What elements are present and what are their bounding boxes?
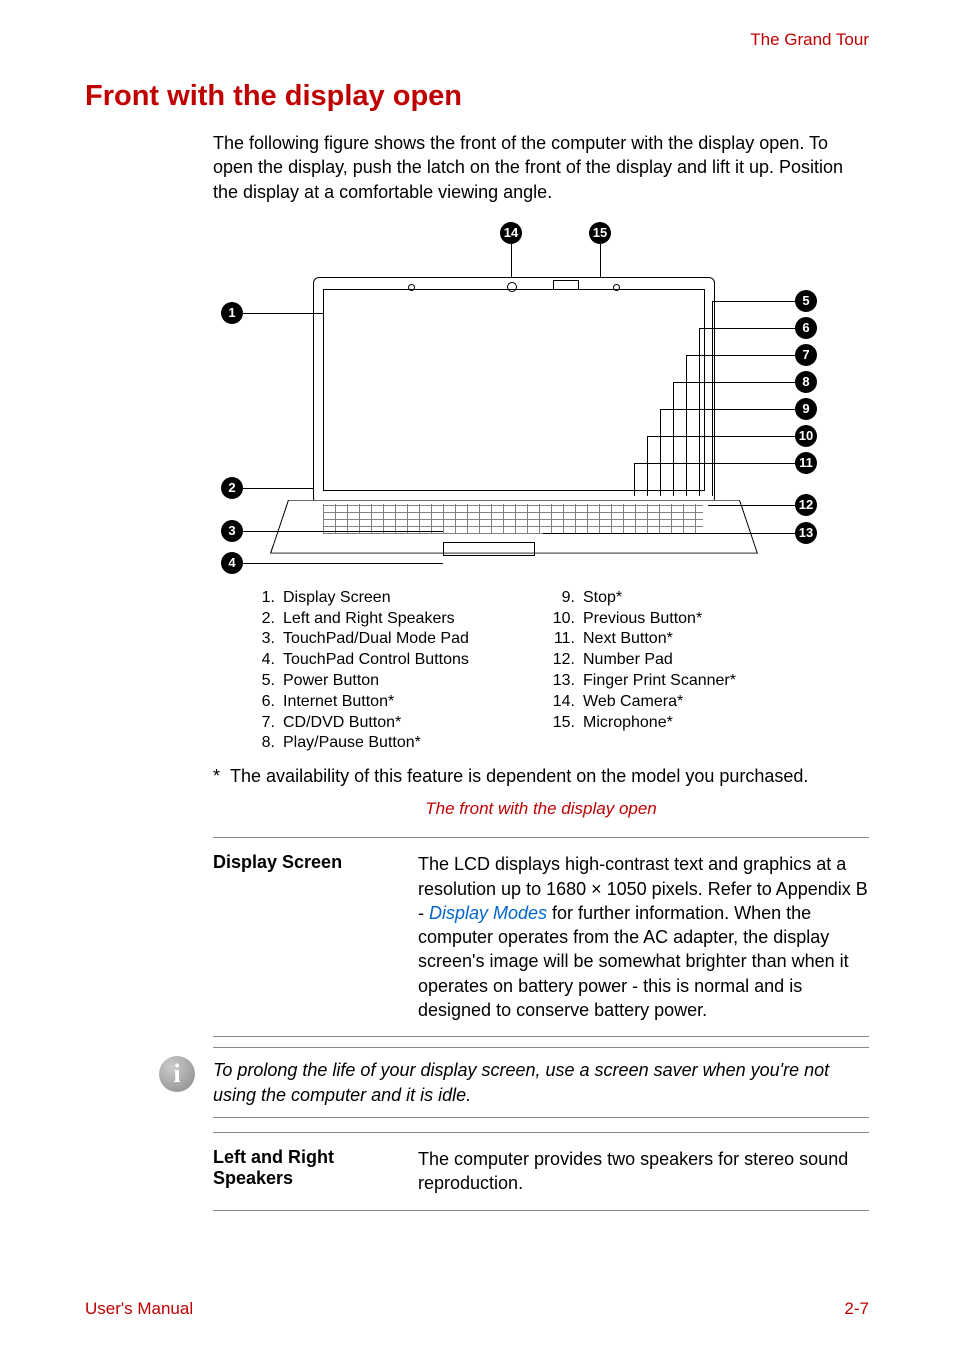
legend-num: 15. — [547, 713, 583, 734]
legend-text: Power Button — [283, 671, 379, 692]
legend-num: 12. — [547, 650, 583, 671]
leader-line — [647, 436, 648, 496]
callout-badge-13: 13 — [795, 522, 817, 544]
leader-line — [699, 328, 700, 496]
leader-line — [708, 505, 795, 506]
def-term: Display Screen — [213, 852, 418, 1022]
leader-line — [712, 301, 713, 496]
touchpad-outline — [443, 542, 535, 556]
def-term: Left and Right Speakers — [213, 1147, 418, 1196]
leader-line — [673, 382, 795, 383]
webcam-dot — [507, 282, 517, 292]
sensor-dot — [408, 284, 415, 291]
legend-text: Previous Button* — [583, 609, 702, 630]
callout-badge-14: 14 — [500, 222, 522, 244]
leader-line — [686, 355, 795, 356]
callout-badge-2: 2 — [221, 477, 243, 499]
callout-badge-7: 7 — [795, 344, 817, 366]
leader-line — [712, 301, 795, 302]
info-icon: i — [159, 1056, 195, 1092]
legend-num: 13. — [547, 671, 583, 692]
diagram: 14 15 1 2 3 4 5 6 7 8 — [213, 222, 869, 582]
leader-line — [243, 531, 443, 532]
leader-line — [243, 488, 313, 489]
callout-badge-9: 9 — [795, 398, 817, 420]
legend-num: 7. — [247, 713, 283, 734]
page-footer: User's Manual 2-7 — [85, 1299, 869, 1319]
leader-line — [511, 244, 512, 277]
mic-rect — [553, 280, 579, 290]
legend-num: 14. — [547, 692, 583, 713]
legend-text: Web Camera* — [583, 692, 683, 713]
link-display-modes[interactable]: Display Modes — [429, 903, 547, 923]
leader-line — [660, 409, 795, 410]
legend-num: 6. — [247, 692, 283, 713]
note-block: i To prolong the life of your display sc… — [213, 1047, 869, 1118]
note-text: To prolong the life of your display scre… — [213, 1058, 869, 1107]
legend-num: 11. — [547, 629, 583, 650]
info-icon-glyph: i — [159, 1056, 195, 1092]
legend-text: Next Button* — [583, 629, 673, 650]
legend-num: 8. — [247, 733, 283, 754]
leader-line — [647, 436, 795, 437]
def-desc: The LCD displays high-contrast text and … — [418, 852, 869, 1022]
callout-badge-4: 4 — [221, 552, 243, 574]
legend-column-2: 9.Stop* 10.Previous Button* 11.Next Butt… — [547, 588, 869, 754]
legend-text: Finger Print Scanner* — [583, 671, 736, 692]
footnote-text: The availability of this feature is depe… — [230, 766, 808, 786]
leader-line — [686, 355, 687, 496]
footer-left: User's Manual — [85, 1299, 193, 1319]
legend-text: Stop* — [583, 588, 622, 609]
legend-num: 2. — [247, 609, 283, 630]
definition-table-2: Left and Right Speakers The computer pro… — [213, 1132, 869, 1211]
leader-line — [600, 244, 601, 277]
callout-badge-6: 6 — [795, 317, 817, 339]
figure-caption: The front with the display open — [213, 799, 869, 819]
legend-num: 3. — [247, 629, 283, 650]
legend-num: 5. — [247, 671, 283, 692]
definition-table-1: Display Screen The LCD displays high-con… — [213, 837, 869, 1037]
leader-line — [660, 409, 661, 496]
footer-right: 2-7 — [844, 1299, 869, 1319]
def-desc: The computer provides two speakers for s… — [418, 1147, 869, 1196]
sensor-dot — [613, 284, 620, 291]
leader-line — [543, 533, 795, 534]
legend-text: CD/DVD Button* — [283, 713, 401, 734]
callout-badge-11: 11 — [795, 452, 817, 474]
legend-text: Left and Right Speakers — [283, 609, 455, 630]
leader-line — [634, 463, 635, 496]
legend-text: Microphone* — [583, 713, 673, 734]
legend: 1.Display Screen 2.Left and Right Speake… — [247, 588, 869, 754]
keyboard-outline — [323, 504, 703, 534]
footnote: * The availability of this feature is de… — [213, 766, 869, 787]
legend-num: 9. — [547, 588, 583, 609]
callout-badge-15: 15 — [589, 222, 611, 244]
callout-badge-10: 10 — [795, 425, 817, 447]
legend-column-1: 1.Display Screen 2.Left and Right Speake… — [247, 588, 547, 754]
leader-line — [673, 382, 674, 496]
legend-num: 10. — [547, 609, 583, 630]
leader-line — [243, 563, 443, 564]
callout-badge-3: 3 — [221, 520, 243, 542]
legend-text: Display Screen — [283, 588, 391, 609]
leader-line — [243, 313, 323, 314]
callout-badge-5: 5 — [795, 290, 817, 312]
intro-paragraph: The following figure shows the front of … — [213, 131, 869, 204]
legend-text: Number Pad — [583, 650, 673, 671]
legend-text: Play/Pause Button* — [283, 733, 421, 754]
legend-text: Internet Button* — [283, 692, 394, 713]
legend-text: TouchPad Control Buttons — [283, 650, 469, 671]
header-chapter: The Grand Tour — [85, 30, 869, 50]
legend-text: TouchPad/Dual Mode Pad — [283, 629, 469, 650]
callout-badge-8: 8 — [795, 371, 817, 393]
leader-line — [699, 328, 795, 329]
section-title: Front with the display open — [85, 80, 869, 113]
leader-line — [634, 463, 795, 464]
footnote-marker: * — [213, 766, 220, 786]
legend-num: 4. — [247, 650, 283, 671]
legend-num: 1. — [247, 588, 283, 609]
callout-badge-1: 1 — [221, 302, 243, 324]
callout-badge-12: 12 — [795, 494, 817, 516]
